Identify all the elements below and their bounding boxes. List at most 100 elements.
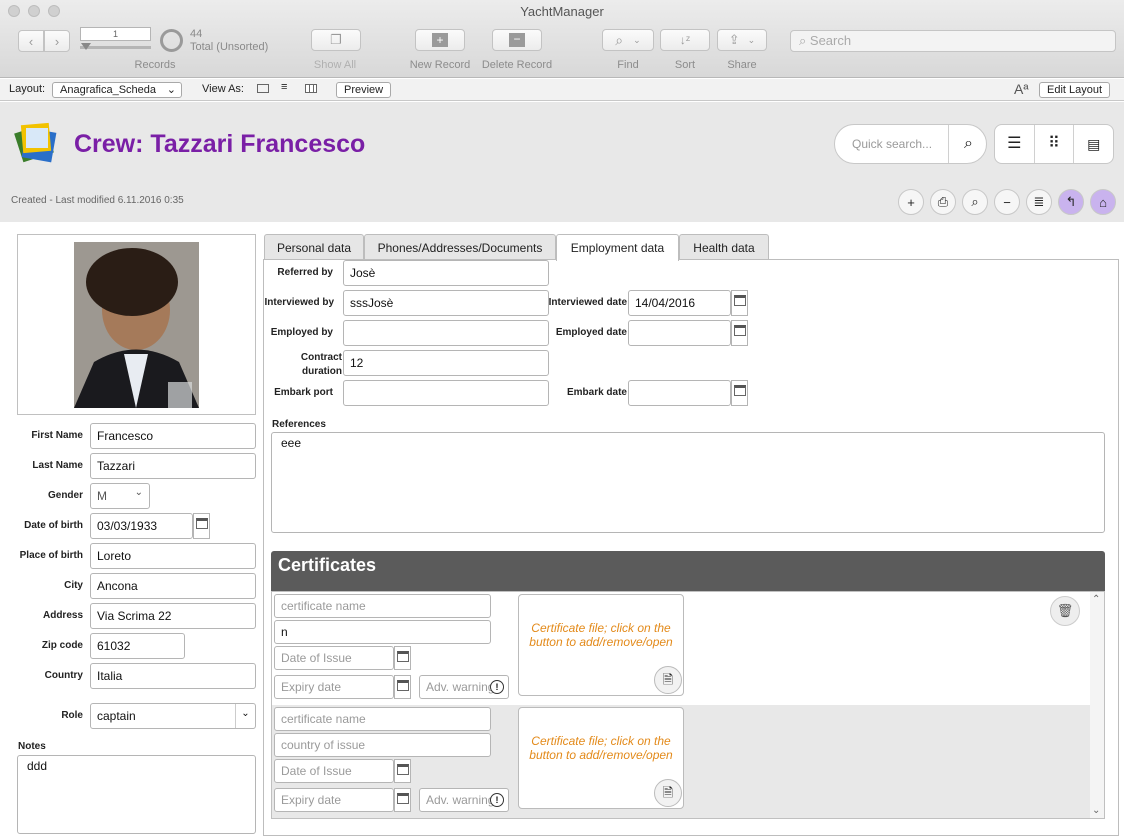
employed-date-calendar[interactable] bbox=[731, 320, 748, 346]
back-button[interactable]: ↰ bbox=[1058, 189, 1084, 215]
home-button[interactable]: ⌂ bbox=[1090, 189, 1116, 215]
sort-icon: ↓ᶻ bbox=[679, 33, 691, 47]
date-of-issue-field[interactable]: Date of Issue bbox=[274, 759, 394, 783]
table-view-icon[interactable]: ▤ bbox=[1074, 125, 1113, 163]
city-field[interactable]: Ancona bbox=[90, 573, 256, 599]
chevron-up-icon[interactable]: ⌃ bbox=[1092, 594, 1100, 605]
list-view-icon[interactable]: ☰ bbox=[995, 125, 1035, 163]
chevron-left-icon: ‹ bbox=[28, 33, 34, 49]
country-of-issue-placeholder: country of issue bbox=[281, 738, 366, 752]
form-view-icon[interactable] bbox=[257, 84, 269, 93]
expiry-date-placeholder: Expiry date bbox=[281, 793, 342, 807]
next-record-button[interactable]: › bbox=[44, 30, 70, 52]
employed-by-field[interactable] bbox=[343, 320, 549, 346]
gender-select[interactable]: M ⌄ bbox=[90, 483, 150, 509]
dob-calendar-button[interactable] bbox=[193, 513, 210, 539]
gender-label: Gender bbox=[47, 490, 83, 501]
delete-button-round[interactable]: − bbox=[994, 189, 1020, 215]
interviewed-by-field[interactable]: sssJosè bbox=[343, 290, 549, 316]
font-size-icon[interactable]: Aª bbox=[1014, 81, 1029, 97]
delete-record-button[interactable]: − bbox=[492, 29, 542, 51]
role-select[interactable]: captain ⌄ bbox=[90, 703, 256, 729]
embark-port-field[interactable] bbox=[343, 380, 549, 406]
tab-personal-data[interactable]: Personal data bbox=[264, 234, 364, 260]
quick-search-button[interactable]: ⌕ bbox=[948, 125, 986, 163]
grid-view-icon[interactable]: ⠿ bbox=[1035, 125, 1075, 163]
certificate-name-field[interactable]: certificate name bbox=[274, 707, 491, 731]
address-field[interactable]: Via Scrima 22 bbox=[90, 603, 256, 629]
contract-label: Contract bbox=[300, 352, 342, 363]
quick-search-input[interactable]: Quick search... bbox=[852, 137, 932, 151]
references-field[interactable]: eee bbox=[271, 432, 1105, 533]
previous-record-button[interactable]: ‹ bbox=[18, 30, 44, 52]
record-number-input[interactable]: 1 bbox=[80, 27, 151, 41]
advance-warning-field[interactable]: Adv. warning! bbox=[419, 675, 509, 699]
certificate-name-placeholder: certificate name bbox=[281, 712, 366, 726]
embark-date-calendar[interactable] bbox=[731, 380, 748, 406]
country-of-issue-field[interactable]: country of issue bbox=[274, 733, 491, 757]
country-field[interactable]: Italia bbox=[90, 663, 256, 689]
country-of-issue-field[interactable]: n bbox=[274, 620, 491, 644]
table-view-icon[interactable] bbox=[305, 84, 317, 93]
employed-date-label: Employed date bbox=[555, 327, 627, 338]
find-button[interactable]: ⌕ ⌄ bbox=[602, 29, 654, 51]
issue-calendar-button[interactable] bbox=[394, 646, 411, 670]
file-attach-button[interactable]: 🗎 bbox=[654, 779, 682, 807]
certificate-file-text: Certificate file; click on the button to… bbox=[529, 734, 673, 762]
tab-phones-addresses-documents[interactable]: Phones/Addresses/Documents bbox=[364, 234, 556, 260]
last-name-field[interactable]: Tazzari bbox=[90, 453, 256, 479]
advance-warning-placeholder: Adv. warning bbox=[426, 793, 495, 807]
quick-search: Quick search... ⌕ bbox=[834, 124, 987, 164]
chevron-down-icon[interactable]: ⌄ bbox=[1092, 805, 1100, 816]
duration-label: duration bbox=[302, 366, 342, 377]
trash-icon: 🗑 bbox=[1056, 603, 1074, 618]
tab-health-data[interactable]: Health data bbox=[679, 234, 769, 260]
notes-field[interactable]: ddd bbox=[17, 755, 256, 834]
slider-handle[interactable] bbox=[81, 43, 91, 50]
sort-button-round[interactable]: ≣ bbox=[1026, 189, 1052, 215]
referred-by-field[interactable]: Josè bbox=[343, 260, 549, 286]
pob-field[interactable]: Loreto bbox=[90, 543, 256, 569]
contract-duration-field[interactable]: 12 bbox=[343, 350, 549, 376]
tab-employment-data[interactable]: Employment data bbox=[556, 234, 679, 261]
date-of-issue-field[interactable]: Date of Issue bbox=[274, 646, 394, 670]
photo-container[interactable] bbox=[17, 234, 256, 415]
embark-date-field[interactable] bbox=[628, 380, 731, 406]
search-icon: ⌕ bbox=[799, 33, 807, 48]
certificate-name-field[interactable]: certificate name bbox=[274, 594, 491, 618]
calendar-icon bbox=[397, 764, 409, 775]
show-all-button[interactable]: ❐ bbox=[311, 29, 361, 51]
expiry-calendar-button[interactable] bbox=[394, 788, 411, 812]
certificate-row: certificate name n Date of Issue Expiry … bbox=[272, 592, 1090, 705]
advance-warning-field[interactable]: Adv. warning! bbox=[419, 788, 509, 812]
expiry-date-field[interactable]: Expiry date bbox=[274, 675, 394, 699]
country-label: Country bbox=[44, 670, 83, 681]
sort-button[interactable]: ↓ᶻ bbox=[660, 29, 710, 51]
layout-select[interactable]: Anagrafica_Scheda ⌄ bbox=[52, 82, 182, 98]
issue-calendar-button[interactable] bbox=[394, 759, 411, 783]
interviewed-date-field[interactable]: 14/04/2016 bbox=[628, 290, 731, 316]
list-view-icon[interactable]: ≡ bbox=[281, 82, 287, 93]
preview-button[interactable]: Preview bbox=[336, 82, 392, 98]
share-button[interactable]: ⇪ ⌄ bbox=[717, 29, 767, 51]
print-button[interactable]: ⎙ bbox=[930, 189, 956, 215]
delete-certificate-button[interactable]: 🗑 bbox=[1050, 596, 1080, 626]
layout-bar: Layout: Anagrafica_Scheda ⌄ View As: ≡ Pr… bbox=[0, 79, 1124, 101]
portal-scrollbar[interactable]: ⌃ ⌄ bbox=[1089, 592, 1104, 818]
expiry-date-field[interactable]: Expiry date bbox=[274, 788, 394, 812]
employed-date-field[interactable] bbox=[628, 320, 731, 346]
search-input[interactable]: ⌕ Search bbox=[790, 30, 1116, 52]
dob-field[interactable]: 03/03/1933 bbox=[90, 513, 193, 539]
edit-layout-button[interactable]: Edit Layout bbox=[1039, 82, 1111, 98]
expiry-calendar-button[interactable] bbox=[394, 675, 411, 699]
add-button[interactable]: + bbox=[898, 189, 924, 215]
calendar-icon bbox=[734, 295, 746, 306]
first-name-field[interactable]: Francesco bbox=[90, 423, 256, 449]
file-attach-button[interactable]: 🗎 bbox=[654, 666, 682, 694]
find-button-round[interactable]: ⌕ bbox=[962, 189, 988, 215]
new-record-button[interactable]: + bbox=[415, 29, 465, 51]
advance-warning-placeholder: Adv. warning bbox=[426, 680, 495, 694]
zip-field[interactable]: 61032 bbox=[90, 633, 185, 659]
interviewed-date-calendar[interactable] bbox=[731, 290, 748, 316]
align-icon: ≣ bbox=[1033, 194, 1045, 209]
